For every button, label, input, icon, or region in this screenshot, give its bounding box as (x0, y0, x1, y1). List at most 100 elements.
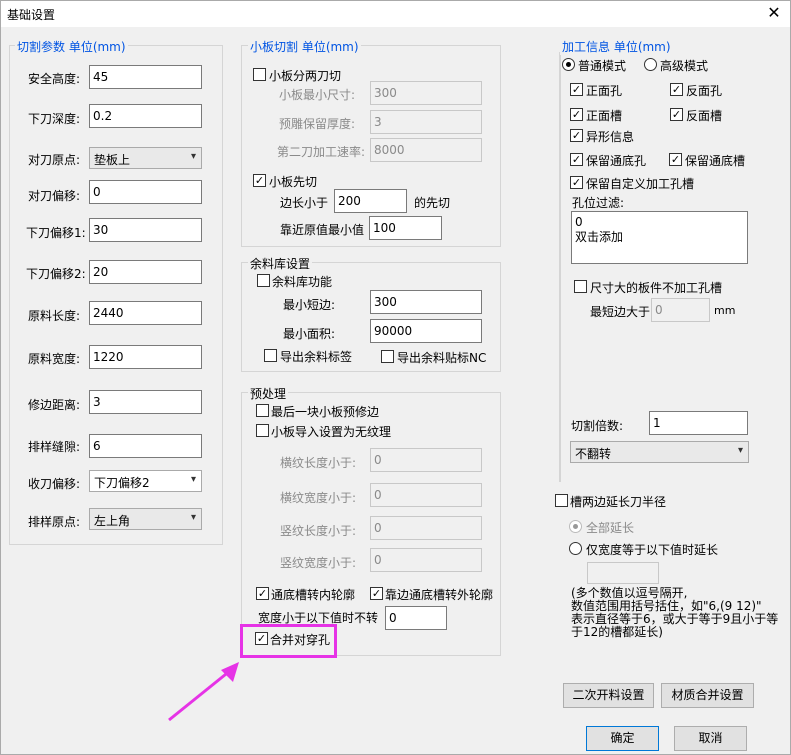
cut-params-header: 切割参数 单位(mm) (15, 38, 128, 55)
front-slot-checkbox[interactable]: ✓ (570, 108, 583, 121)
min-edge-label: 最短边大于 (590, 305, 651, 319)
min-short-label: 最小短边: (283, 298, 336, 312)
v-wid-input[interactable]: 0 (370, 548, 482, 572)
layout-origin-value: 左上角 (94, 514, 131, 528)
chevron-down-icon: ▾ (190, 474, 196, 485)
close-icon[interactable]: ✕ (763, 4, 785, 24)
back-hole-checkbox[interactable]: ✓ (670, 83, 683, 96)
no-grain-label: 小板导入设置为无纹理 (271, 425, 392, 439)
slot-extend-checkbox[interactable] (555, 494, 568, 507)
processing-group (559, 52, 561, 482)
raw-length-label: 原料长度: (28, 309, 81, 323)
remnant-enable-checkbox[interactable] (257, 274, 270, 287)
back-slot-label: 反面槽 (686, 109, 723, 123)
keep-thru-hole-checkbox[interactable]: ✓ (570, 153, 583, 166)
export-nc-checkbox[interactable] (381, 350, 394, 363)
near-min-label: 靠近原值最小值 (280, 223, 365, 237)
annotation-arrow (168, 662, 239, 722)
tool-offset-label: 对刀偏移: (28, 189, 81, 203)
retract-offset-select[interactable]: 下刀偏移2 ▾ (89, 470, 202, 492)
second-rate-label: 第二刀加工速率: (277, 145, 366, 159)
trim-distance-label: 修边距离: (28, 398, 81, 412)
cut-multiple-label: 切割倍数: (571, 419, 624, 433)
tool-origin-select[interactable]: 垫板上 ▾ (89, 147, 202, 169)
tool-origin-value: 垫板上 (94, 153, 131, 167)
material-merge-button[interactable]: 材质合并设置 (661, 683, 754, 708)
split-two-checkbox[interactable] (253, 68, 266, 81)
raw-length-input[interactable]: 2440 (89, 301, 202, 325)
secondary-cut-button[interactable]: 二次开料设置 (563, 683, 654, 708)
oversize-checkbox[interactable] (574, 280, 587, 293)
hole-filter-textarea[interactable]: 0 双击添加 (571, 211, 748, 264)
layout-origin-select[interactable]: 左上角 ▾ (89, 508, 202, 530)
settings-dialog: 基础设置 ✕ 切割参数 单位(mm) 安全高度: 45 下刀深度: 0.2 对刀… (0, 0, 791, 755)
slot-outer-checkbox[interactable]: ✓ (370, 587, 383, 600)
raw-width-input[interactable]: 1220 (89, 345, 202, 369)
first-cut-checkbox[interactable]: ✓ (253, 174, 266, 187)
shaped-checkbox[interactable]: ✓ (570, 129, 583, 142)
last-trim-checkbox[interactable] (256, 404, 269, 417)
reserve-input[interactable]: 3 (370, 110, 482, 134)
slot-outer-label: 靠边通底槽转外轮廓 (385, 588, 494, 602)
chevron-down-icon: ▾ (190, 512, 196, 523)
last-trim-label: 最后一块小板预修边 (271, 405, 380, 419)
export-label-checkbox[interactable] (264, 349, 277, 362)
mode-advanced-label: 高级模式 (660, 59, 709, 73)
remnant-enable-label: 余料库功能 (272, 275, 333, 289)
slot-extend-label: 槽两边延长刀半径 (570, 495, 667, 509)
preprocess-header: 预处理 (248, 385, 289, 402)
extend-note: (多个数值以逗号隔开, 数值范围用括号括住，如"6,(9 12)" 表示直径等于… (571, 586, 779, 639)
h-wid-input[interactable]: 0 (370, 483, 482, 507)
front-slot-label: 正面槽 (586, 109, 623, 123)
h-len-input[interactable]: 0 (370, 448, 482, 472)
min-size-label: 小板最小尺寸: (279, 88, 356, 102)
cut-multiple-input[interactable]: 1 (649, 411, 748, 435)
min-area-input[interactable]: 90000 (370, 319, 482, 343)
mode-normal-radio[interactable] (562, 58, 575, 71)
width-eq-radio[interactable] (569, 542, 582, 555)
first-cut-label: 小板先切 (269, 175, 318, 189)
retract-offset-label: 收刀偏移: (28, 477, 81, 491)
safe-height-input[interactable]: 45 (89, 65, 202, 89)
back-hole-label: 反面孔 (686, 84, 723, 98)
v-wid-label: 竖纹宽度小于: (280, 556, 357, 570)
down-offset2-input[interactable]: 20 (89, 260, 202, 284)
keep-thru-slot-checkbox[interactable]: ✓ (669, 153, 682, 166)
edge-lt-input[interactable]: 200 (334, 189, 407, 213)
tool-offset-input[interactable]: 0 (89, 180, 202, 204)
layout-gap-input[interactable]: 6 (89, 434, 202, 458)
retract-offset-value: 下刀偏移2 (94, 476, 150, 490)
front-hole-checkbox[interactable]: ✓ (570, 83, 583, 96)
back-slot-checkbox[interactable]: ✓ (670, 108, 683, 121)
width-lt-input[interactable]: 0 (385, 606, 447, 630)
near-min-input[interactable]: 100 (369, 216, 442, 240)
first-cut-suffix: 的先切 (414, 196, 451, 210)
v-len-input[interactable]: 0 (370, 516, 482, 540)
oversize-label: 尺寸大的板件不加工孔槽 (590, 281, 723, 295)
cut-depth-label: 下刀深度: (28, 112, 81, 126)
keep-custom-label: 保留自定义加工孔槽 (586, 177, 695, 191)
cancel-button[interactable]: 取消 (674, 726, 747, 751)
min-edge-input[interactable]: 0 (651, 298, 710, 322)
chevron-down-icon: ▾ (190, 151, 196, 162)
slot-inner-label: 通底槽转内轮廓 (271, 588, 356, 602)
no-grain-checkbox[interactable] (256, 424, 269, 437)
all-extend-radio[interactable] (569, 520, 582, 533)
export-label-text: 导出余料标签 (280, 350, 353, 364)
cut-depth-input[interactable]: 0.2 (89, 104, 202, 128)
slot-inner-checkbox[interactable]: ✓ (256, 587, 269, 600)
keep-thru-hole-label: 保留通底孔 (586, 154, 647, 168)
width-eq-input[interactable] (587, 562, 659, 584)
keep-custom-checkbox[interactable]: ✓ (570, 176, 583, 189)
ok-button[interactable]: 确定 (586, 726, 659, 751)
down-offset1-input[interactable]: 30 (89, 218, 202, 242)
h-len-label: 横纹长度小于: (280, 456, 357, 470)
trim-distance-input[interactable]: 3 (89, 390, 202, 414)
front-hole-label: 正面孔 (586, 84, 623, 98)
mode-advanced-radio[interactable] (644, 58, 657, 71)
second-rate-input[interactable]: 8000 (370, 138, 482, 162)
min-size-input[interactable]: 300 (370, 81, 482, 105)
flip-select[interactable]: 不翻转 ▾ (570, 441, 749, 463)
min-short-input[interactable]: 300 (370, 290, 482, 314)
shaped-label: 异形信息 (586, 130, 635, 144)
